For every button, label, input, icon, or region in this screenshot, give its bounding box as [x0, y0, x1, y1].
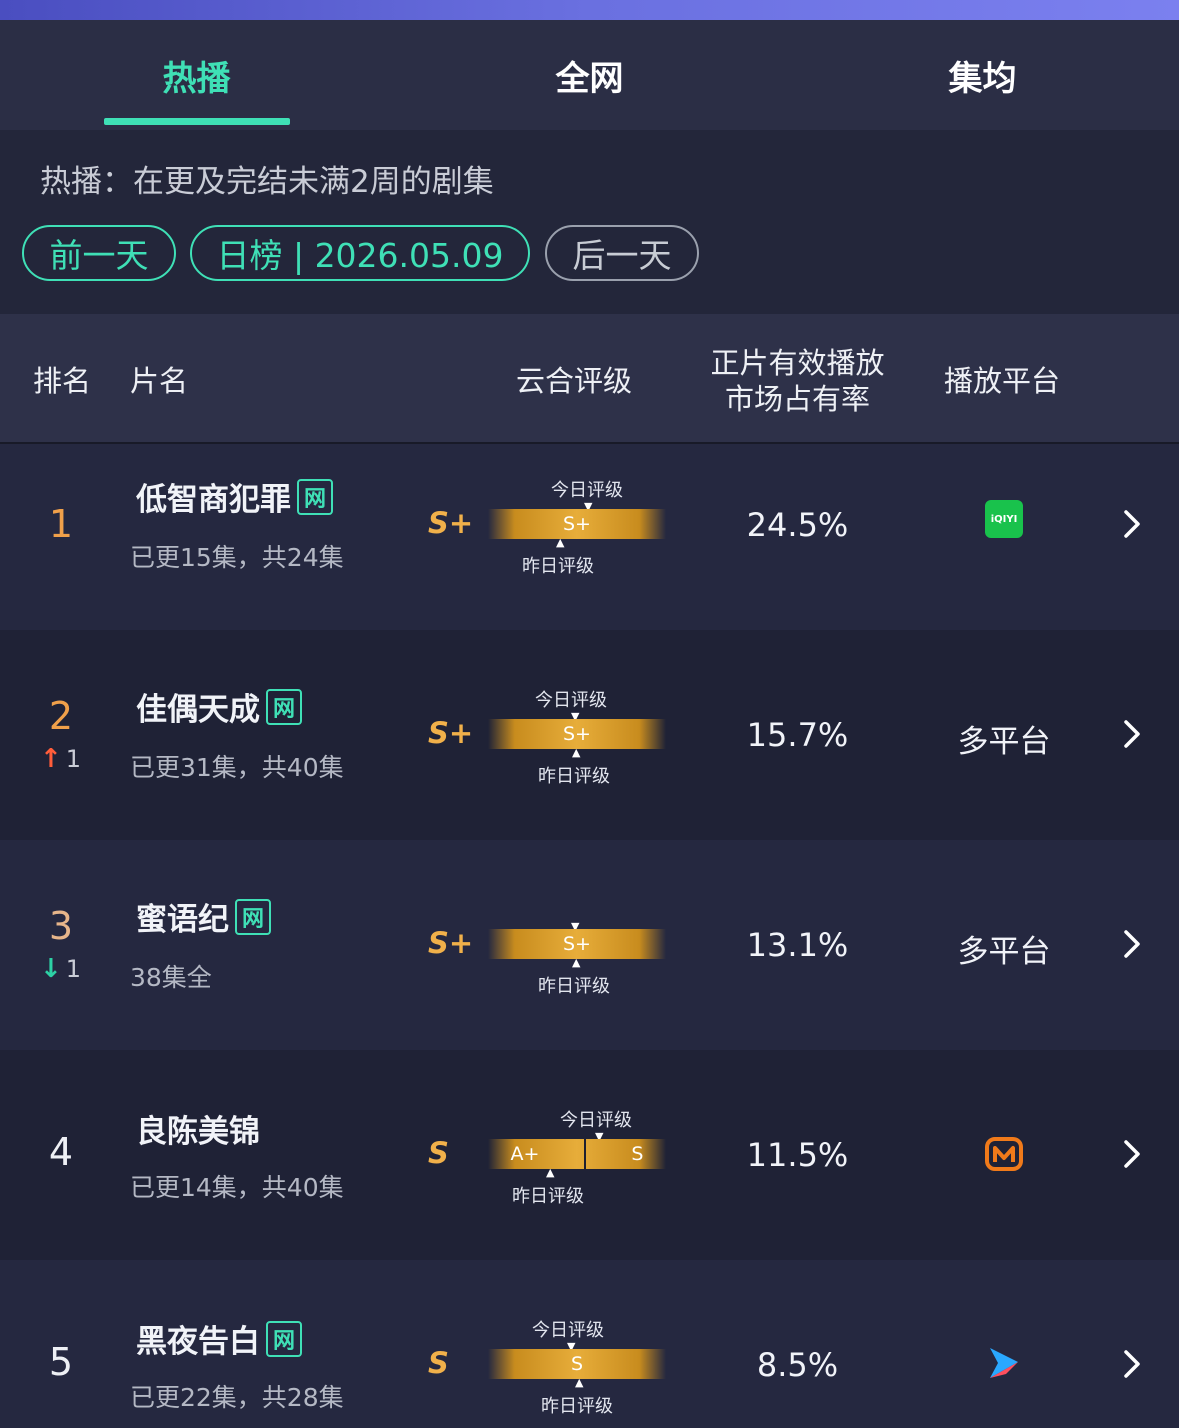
- bar-grade-today: S: [631, 1143, 644, 1165]
- web-drama-badge: 网: [297, 478, 333, 515]
- filter-panel: 热播：在更及完结未满2周的剧集 前一天 日榜 | 2026.05.09 后一天: [0, 130, 1179, 314]
- platform-label: 多平台: [957, 724, 1051, 760]
- drama-title-text: 蜜语纪: [136, 902, 229, 938]
- drama-title: 蜜语纪 网: [136, 894, 271, 939]
- today-rating-label: 今日评级: [532, 1320, 604, 1341]
- table-row[interactable]: 2 ↑ 1 佳偶天成 网 已更31集，共40集 S+ 今日评级 ▼ S+ ▲ 昨…: [0, 630, 1179, 840]
- col-title: 片名: [130, 364, 189, 398]
- drama-title: 良陈美锦: [136, 1106, 260, 1151]
- rating-grade: S: [428, 1136, 449, 1170]
- rank-change: ↓ 1: [40, 954, 100, 984]
- col-share-line2: 市场占有率: [724, 382, 870, 416]
- rating-bar: S+: [488, 509, 666, 539]
- rank-number: 4: [48, 1130, 74, 1174]
- rating-bar: S+: [488, 719, 666, 749]
- drama-title-text: 良陈美锦: [136, 1114, 260, 1150]
- rank-number: 2: [48, 694, 74, 738]
- web-drama-badge: 网: [266, 1320, 302, 1357]
- today-rating-label: 今日评级: [551, 480, 623, 501]
- market-share: 15.7%: [746, 716, 849, 754]
- table-row[interactable]: 1 低智商犯罪 网 已更15集，共24集 S+ 今日评级 ▼ S+ ▲ 昨日评级…: [0, 444, 1179, 654]
- chevron-right-icon[interactable]: [1118, 1344, 1146, 1384]
- episode-status: 已更15集，共24集: [130, 543, 344, 572]
- mango-tv-icon: [985, 1137, 1023, 1171]
- bar-grade-yesterday: A+: [510, 1143, 540, 1165]
- yesterday-marker-icon: ▲: [575, 1376, 584, 1389]
- drama-title-text: 低智商犯罪: [136, 482, 291, 518]
- youku-icon: [990, 1348, 1018, 1378]
- market-share: 13.1%: [746, 926, 849, 964]
- tab-hot[interactable]: 热播: [0, 20, 393, 130]
- chevron-right-icon[interactable]: [1118, 1134, 1146, 1174]
- drama-title-text: 佳偶天成: [136, 692, 260, 728]
- col-rank: 排名: [33, 364, 92, 398]
- chevron-right-icon[interactable]: [1118, 714, 1146, 754]
- hot-description: 热播：在更及完结未满2周的剧集: [40, 164, 494, 200]
- drama-title-text: 黑夜告白: [136, 1324, 260, 1360]
- platform-label: 多平台: [957, 934, 1051, 970]
- drama-title: 佳偶天成 网: [136, 684, 302, 729]
- prev-day-button[interactable]: 前一天: [22, 225, 176, 281]
- rating-bar: A+ S: [488, 1139, 666, 1169]
- rank-change: ↑ 1: [40, 744, 100, 774]
- rank-number: 3: [48, 904, 74, 948]
- arrow-up-icon: ↑: [40, 744, 62, 774]
- table-row[interactable]: 3 ↓ 1 蜜语纪 网 38集全 S+ ▼ S+ ▲ 昨日评级 13.1% 多平…: [0, 840, 1179, 1050]
- col-rating: 云合评级: [516, 364, 633, 398]
- table-row[interactable]: 4 良陈美锦 已更14集，共40集 S 今日评级 ▼ A+ S ▲ 昨日评级 1…: [0, 1050, 1179, 1260]
- tab-per-episode[interactable]: 集均: [786, 20, 1179, 130]
- table-header: 排名 片名 云合评级 正片有效播放 市场占有率 播放平台: [0, 314, 1179, 444]
- rating-bar: S: [488, 1349, 666, 1379]
- market-share: 24.5%: [746, 506, 849, 544]
- tab-bar: 热播 全网 集均: [0, 20, 1179, 130]
- yesterday-rating-label: 昨日评级: [541, 1396, 613, 1417]
- web-drama-badge: 网: [266, 688, 302, 725]
- arrow-down-icon: ↓: [40, 954, 62, 984]
- iqiyi-icon: iQIYI: [985, 500, 1023, 538]
- chevron-right-icon[interactable]: [1118, 924, 1146, 964]
- episode-status: 已更22集，共28集: [130, 1383, 344, 1412]
- yesterday-rating-label: 昨日评级: [512, 1186, 584, 1207]
- yesterday-marker-icon: ▲: [572, 746, 581, 759]
- yesterday-rating-label: 昨日评级: [538, 976, 610, 997]
- tab-all-network[interactable]: 全网: [393, 20, 786, 130]
- next-day-button[interactable]: 后一天: [545, 225, 699, 281]
- rank-number: 5: [48, 1340, 74, 1384]
- rating-grade: S: [428, 1346, 449, 1380]
- rating-grade: S+: [428, 506, 474, 540]
- rank-number: 1: [48, 502, 74, 546]
- drama-title: 低智商犯罪 网: [136, 474, 333, 519]
- drama-title: 黑夜告白 网: [136, 1316, 302, 1361]
- rating-grade: S+: [428, 716, 474, 750]
- web-drama-badge: 网: [235, 898, 271, 935]
- rank-change-value: 1: [65, 745, 82, 773]
- table-row[interactable]: 5 黑夜告白 网 已更22集，共28集 S 今日评级 ▼ S ▲ 昨日评级 8.…: [0, 1260, 1179, 1428]
- market-share: 8.5%: [756, 1346, 839, 1384]
- today-rating-label: 今日评级: [535, 690, 607, 711]
- rating-grade: S+: [428, 926, 474, 960]
- episode-status: 38集全: [130, 963, 212, 992]
- yesterday-marker-icon: ▲: [546, 1166, 555, 1179]
- episode-status: 已更14集，共40集: [130, 1173, 344, 1202]
- bar-grade: S+: [563, 933, 591, 955]
- bar-grade: S: [570, 1353, 584, 1375]
- bar-divider: [584, 1139, 587, 1169]
- chevron-right-icon[interactable]: [1118, 504, 1146, 544]
- bar-grade: S+: [563, 513, 591, 535]
- top-banner-strip: [0, 0, 1179, 20]
- rank-change-value: 1: [65, 955, 82, 983]
- rating-bar: S+: [488, 929, 666, 959]
- col-platform: 播放平台: [944, 364, 1061, 398]
- yesterday-rating-label: 昨日评级: [522, 556, 594, 577]
- date-selector[interactable]: 日榜 | 2026.05.09: [190, 225, 530, 281]
- episode-status: 已更31集，共40集: [130, 753, 344, 782]
- bar-grade: S+: [563, 723, 591, 745]
- today-rating-label: 今日评级: [560, 1110, 632, 1131]
- yesterday-rating-label: 昨日评级: [538, 766, 610, 787]
- active-tab-indicator: [104, 118, 290, 125]
- yesterday-marker-icon: ▲: [572, 956, 581, 969]
- market-share: 11.5%: [746, 1136, 849, 1174]
- yesterday-marker-icon: ▲: [556, 536, 565, 549]
